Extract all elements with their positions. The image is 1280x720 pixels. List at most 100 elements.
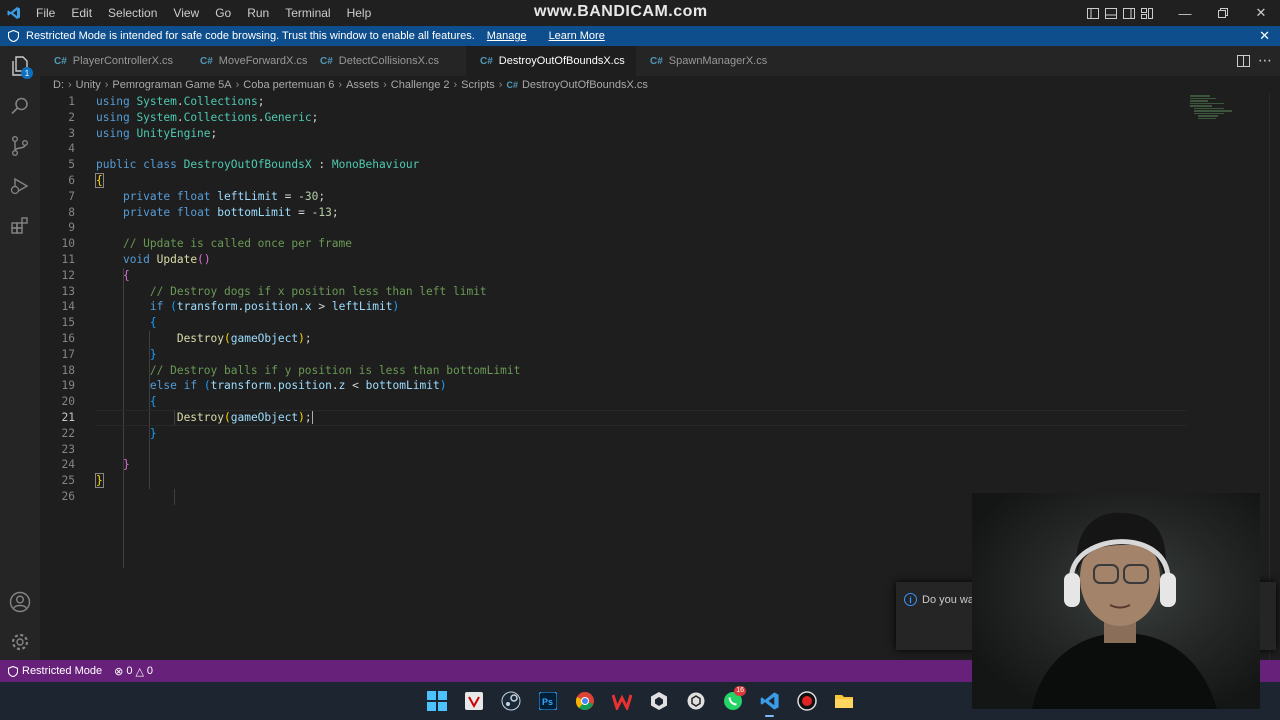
customize-layout-icon[interactable] [1138, 0, 1156, 26]
breadcrumb-item[interactable]: Coba pertemuan 6 [243, 79, 334, 91]
code-line: 24 } [61, 458, 130, 472]
notification-count-badge: 16 [734, 686, 746, 696]
code-line: 18 // Destroy balls if y position is les… [61, 363, 521, 377]
app-red-v-icon[interactable] [455, 683, 492, 719]
menu-terminal[interactable]: Terminal [277, 0, 338, 26]
vscode-taskbar-icon[interactable] [751, 683, 788, 719]
account-icon[interactable] [0, 582, 40, 622]
menu-bar: File Edit Selection View Go Run Terminal… [28, 0, 379, 26]
wps-office-icon[interactable] [603, 683, 640, 719]
code-line: 12 { [61, 268, 130, 282]
breadcrumb-item[interactable]: Challenge 2 [391, 79, 450, 91]
manage-link[interactable]: Manage [487, 30, 527, 42]
problems-status[interactable]: ⊗ 0 △ 0 [108, 665, 159, 678]
shield-icon [0, 30, 26, 42]
tab-spawnmanagerx[interactable]: C# SpawnManagerX.cs [636, 46, 776, 76]
tab-label: SpawnManagerX.cs [668, 55, 768, 67]
code-line: 11 void Update() [61, 252, 211, 266]
code-line: 22 } [61, 426, 157, 440]
menu-edit[interactable]: Edit [63, 0, 100, 26]
menu-help[interactable]: Help [339, 0, 380, 26]
code-line: 20 { [61, 395, 157, 409]
menu-file[interactable]: File [28, 0, 63, 26]
code-line: 19 else if (transform.position.z < botto… [61, 379, 447, 393]
unity-hub-icon[interactable] [640, 683, 677, 719]
presenter-video-image [1032, 512, 1217, 709]
toggle-sidebar-icon[interactable] [1084, 0, 1102, 26]
menu-go[interactable]: Go [207, 0, 239, 26]
shield-icon [8, 665, 18, 677]
csharp-file-icon: C# [200, 55, 213, 67]
code-line: 3 using UnityEngine; [68, 126, 218, 140]
breadcrumb-item[interactable]: Pemrograman Game 5A [112, 79, 231, 91]
breadcrumb-item[interactable]: Unity [76, 79, 101, 91]
toggle-panel-icon[interactable] [1102, 0, 1120, 26]
code-line-current: 21 Destroy(gameObject); [40, 409, 1190, 426]
error-count: 0 [126, 665, 133, 677]
restricted-mode-label: Restricted Mode [22, 665, 103, 677]
explorer-badge: 1 [21, 67, 33, 79]
code-line: 5 public class DestroyOutOfBoundsX : Mono… [68, 158, 420, 172]
restore-button[interactable] [1204, 0, 1242, 26]
learn-more-link[interactable]: Learn More [549, 30, 605, 42]
csharp-file-icon: C# [480, 55, 493, 67]
run-debug-icon[interactable] [0, 166, 40, 206]
breadcrumb: D: › Unity › Pemrograman Game 5A › Coba per… [40, 76, 1280, 94]
svg-text:Ps: Ps [542, 697, 553, 707]
code-line: 14 if (transform.position.x > leftLimit) [61, 300, 400, 314]
code-line: 1 using System.Collections; [68, 95, 265, 108]
windows-start-icon[interactable] [418, 683, 455, 719]
vscode-logo-icon [0, 6, 28, 20]
chrome-icon[interactable] [566, 683, 603, 719]
extensions-icon[interactable] [0, 206, 40, 246]
breadcrumb-item[interactable]: D: [53, 79, 64, 91]
activity-bar: 1 [0, 46, 40, 660]
code-line: 17 } [61, 347, 157, 361]
restricted-mode-status[interactable]: Restricted Mode [0, 660, 109, 682]
tab-detectcollisionsx[interactable]: C# DetectCollisionsX.cs [306, 46, 466, 76]
error-icon: ⊗ [114, 665, 124, 678]
tab-playercontrollerx[interactable]: C# PlayerControllerX.cs [40, 46, 186, 76]
breadcrumb-item[interactable]: Assets [346, 79, 379, 91]
banner-message: Restricted Mode is intended for safe cod… [26, 30, 475, 42]
warning-count: 0 [146, 665, 154, 677]
source-control-icon[interactable] [0, 126, 40, 166]
file-explorer-icon[interactable] [825, 683, 862, 719]
toggle-secondary-sidebar-icon[interactable] [1120, 0, 1138, 26]
tab-destroyoutofboundsx[interactable]: C# DestroyOutOfBoundsX.cs [466, 46, 636, 76]
photoshop-icon[interactable]: Ps [529, 683, 566, 719]
menu-selection[interactable]: Selection [100, 0, 165, 26]
restricted-mode-banner: Restricted Mode is intended for safe cod… [0, 26, 1280, 46]
unity-editor-icon[interactable] [677, 683, 714, 719]
code-line: 9 [68, 221, 75, 235]
notification-message: Do you wa [922, 594, 974, 606]
tab-moveforwardx[interactable]: C# MoveForwardX.cs [186, 46, 308, 76]
more-actions-icon[interactable]: ⋯ [1258, 52, 1272, 69]
whatsapp-icon[interactable]: 16 [714, 683, 751, 719]
code-line: 15 { [61, 316, 157, 330]
code-line: 6{ [68, 172, 104, 188]
chevron-right-icon: › [338, 79, 343, 91]
search-icon[interactable] [0, 86, 40, 126]
close-banner-icon[interactable]: ✕ [1259, 28, 1270, 44]
explorer-icon[interactable]: 1 [0, 46, 40, 86]
minimap[interactable] [1190, 94, 1270, 134]
close-window-button[interactable]: ✕ [1242, 0, 1280, 26]
code-line: 8 private float bottomLimit = -13; [68, 205, 339, 219]
steam-icon[interactable] [492, 683, 529, 719]
split-editor-icon[interactable] [1237, 54, 1250, 72]
code-line: 4 [68, 142, 75, 156]
recorder-icon[interactable] [788, 683, 825, 719]
code-line: 25} [61, 473, 104, 489]
menu-run[interactable]: Run [239, 0, 277, 26]
tab-label: MoveForwardX.cs [218, 55, 308, 67]
menu-view[interactable]: View [165, 0, 207, 26]
vertical-scrollbar[interactable] [1269, 94, 1280, 660]
minimize-button[interactable]: — [1166, 0, 1204, 26]
chevron-right-icon: › [383, 79, 387, 91]
breadcrumb-item[interactable]: Scripts [461, 79, 495, 91]
code-line: 2 using System.Collections.Generic; [68, 110, 319, 124]
breadcrumb-file[interactable]: DestroyOutOfBoundsX.cs [522, 79, 648, 91]
settings-gear-icon[interactable] [0, 622, 40, 662]
info-icon: i [904, 593, 917, 606]
